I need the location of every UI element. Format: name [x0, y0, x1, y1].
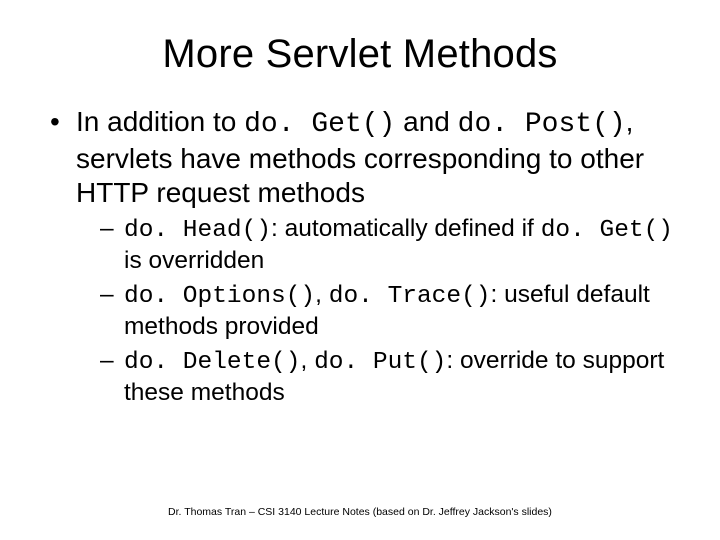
code-dodelete: do. Delete(): [124, 349, 300, 376]
text: is overridden: [124, 247, 264, 274]
code-doput: do. Put(): [314, 349, 446, 376]
code-doget: do. Get(): [244, 109, 395, 140]
sub-bullet-1: do. Head(): automatically defined if do.…: [100, 214, 680, 276]
sub-bullet-2: do. Options(), do. Trace(): useful defau…: [100, 280, 680, 342]
code-dohead: do. Head(): [124, 217, 271, 244]
code-doget2: do. Get(): [541, 217, 673, 244]
code-dopost: do. Post(): [458, 109, 626, 140]
text: In addition to: [76, 106, 244, 137]
text: ,: [315, 281, 329, 308]
bullet-item-1: In addition to do. Get() and do. Post(),…: [46, 105, 680, 408]
text: and: [395, 106, 457, 137]
slide-title: More Servlet Methods: [40, 32, 680, 77]
sub-bullet-list: do. Head(): automatically defined if do.…: [100, 214, 680, 407]
sub-bullet-3: do. Delete(), do. Put(): override to sup…: [100, 346, 680, 408]
bullet-list: In addition to do. Get() and do. Post(),…: [46, 105, 680, 408]
code-dooptions: do. Options(): [124, 283, 315, 310]
code-dotrace: do. Trace(): [329, 283, 491, 310]
slide-footer: Dr. Thomas Tran – CSI 3140 Lecture Notes…: [0, 506, 720, 518]
text: ,: [300, 347, 314, 374]
slide: More Servlet Methods In addition to do. …: [0, 0, 720, 540]
text: : automatically defined if: [271, 215, 541, 242]
